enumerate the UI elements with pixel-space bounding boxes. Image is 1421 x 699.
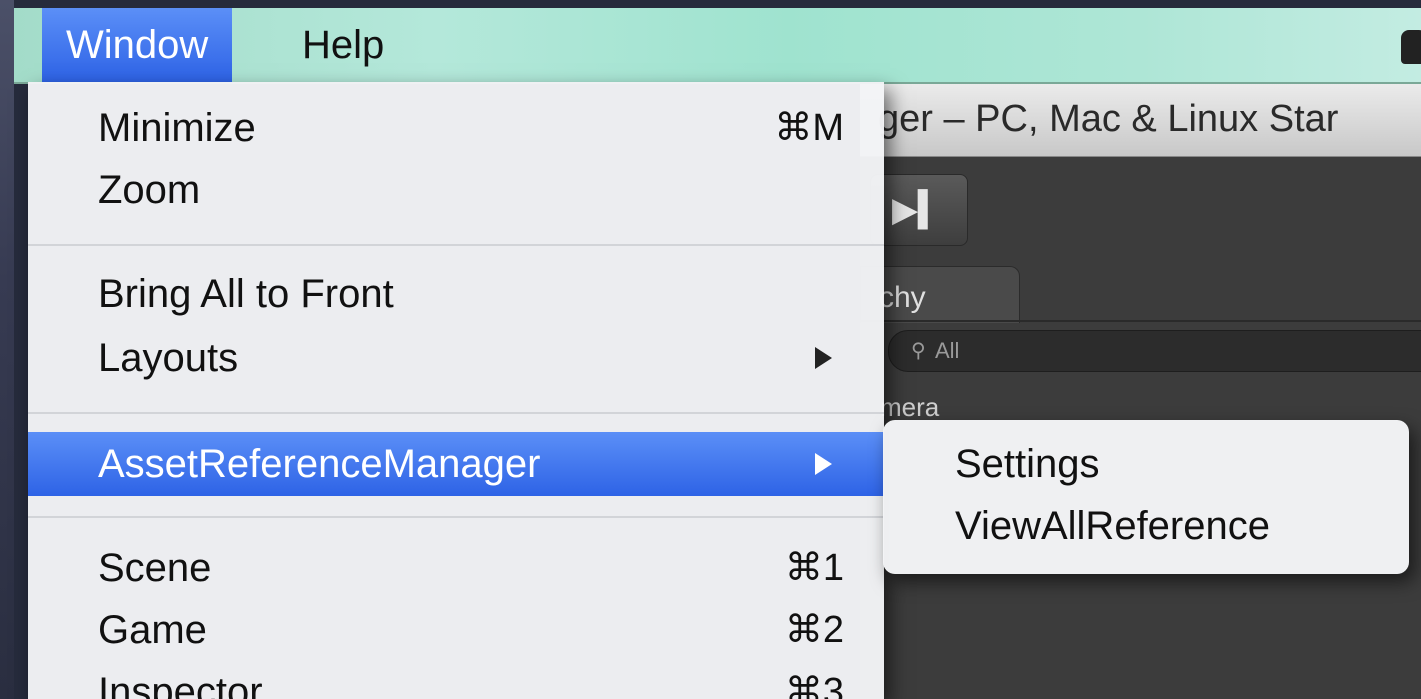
menu-item-label: Zoom bbox=[98, 168, 201, 212]
submenu-arrow-icon bbox=[815, 347, 832, 369]
menu-bar: Window Help bbox=[14, 8, 1421, 84]
desktop-background bbox=[0, 0, 14, 699]
menu-item-scene[interactable]: Scene ⌘1 bbox=[28, 536, 884, 600]
menu-item-assetreferencemanager[interactable]: AssetReferenceManager bbox=[28, 432, 884, 496]
menu-item-bring-all-to-front[interactable]: Bring All to Front bbox=[28, 262, 884, 326]
menu-item-label: Inspector bbox=[98, 670, 263, 699]
menu-item-shortcut: ⌘2 bbox=[784, 609, 844, 651]
tab-hierarchy[interactable]: chy bbox=[860, 266, 1020, 323]
menu-window[interactable]: Window bbox=[42, 8, 233, 82]
menu-separator bbox=[28, 516, 884, 518]
unity-window-titlebar[interactable]: ger – PC, Mac & Linux Star bbox=[860, 82, 1421, 157]
menu-item-zoom[interactable]: Zoom bbox=[28, 158, 884, 222]
search-placeholder: All bbox=[935, 338, 960, 363]
menu-item-label: Bring All to Front bbox=[98, 272, 394, 316]
menu-separator bbox=[28, 244, 884, 246]
submenu-item-settings[interactable]: Settings bbox=[955, 432, 1100, 496]
window-menu-dropdown: Minimize ⌘M Zoom Bring All to Front Layo… bbox=[28, 82, 884, 699]
hierarchy-item[interactable]: mera bbox=[880, 392, 939, 423]
menu-item-shortcut: ⌘3 bbox=[784, 671, 844, 699]
menu-item-label: Minimize bbox=[98, 106, 256, 150]
menu-item-inspector[interactable]: Inspector ⌘3 bbox=[28, 660, 884, 699]
submenu-arrow-icon bbox=[815, 453, 832, 475]
menu-item-layouts[interactable]: Layouts bbox=[28, 326, 884, 390]
screen: ger – PC, Mac & Linux Star ▶▍ chy ⚲ All … bbox=[0, 0, 1421, 699]
hierarchy-search-input[interactable]: ⚲ All bbox=[888, 330, 1421, 372]
tab-strip-divider bbox=[860, 320, 1421, 322]
menu-item-label: Scene bbox=[98, 546, 212, 590]
submenu-item-viewallreference[interactable]: ViewAllReference bbox=[955, 494, 1270, 558]
menu-item-label: AssetReferenceManager bbox=[98, 442, 541, 486]
menu-help[interactable]: Help bbox=[278, 8, 408, 82]
unity-window-title: ger – PC, Mac & Linux Star bbox=[878, 98, 1339, 140]
menu-item-minimize[interactable]: Minimize ⌘M bbox=[28, 96, 884, 160]
menu-item-game[interactable]: Game ⌘2 bbox=[28, 598, 884, 662]
menu-item-shortcut: ⌘M bbox=[774, 107, 844, 149]
menu-separator bbox=[28, 412, 884, 414]
menu-item-label: Layouts bbox=[98, 336, 239, 380]
step-forward-icon: ▶▍ bbox=[892, 191, 945, 229]
assetreferencemanager-submenu: Settings ViewAllReference bbox=[883, 420, 1409, 574]
menubar-status-icon[interactable] bbox=[1401, 30, 1421, 64]
search-icon: ⚲ bbox=[911, 340, 926, 362]
menu-item-shortcut: ⌘1 bbox=[784, 547, 844, 589]
menu-item-label: Game bbox=[98, 608, 207, 652]
